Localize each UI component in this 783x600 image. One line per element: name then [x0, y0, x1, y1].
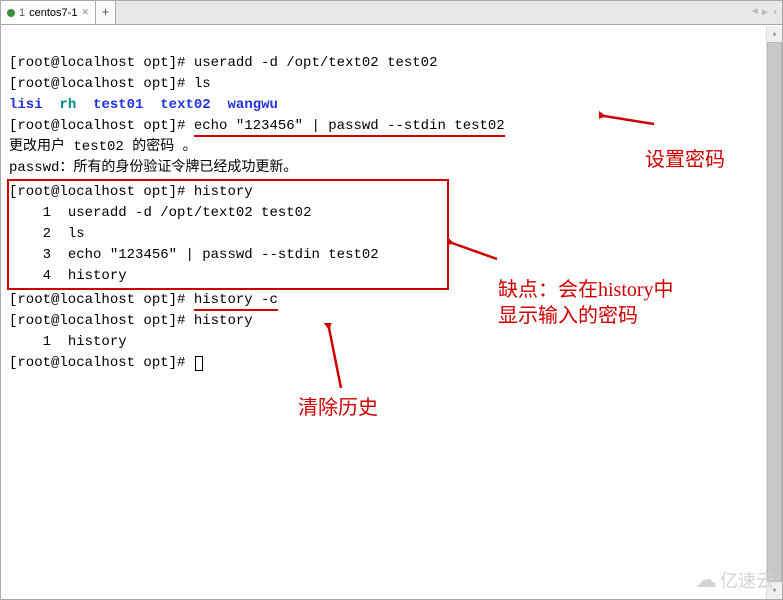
cmd-history2: history	[194, 313, 253, 329]
watermark-text: 亿速云	[720, 567, 774, 593]
ls-wangwu: wangwu	[228, 97, 278, 113]
hist-cmd: echo "123456" | passwd --stdin test02	[68, 247, 379, 263]
ls-text02: text02	[160, 97, 210, 113]
hist-num: 1	[43, 334, 51, 350]
ls-rh: rh	[59, 97, 76, 113]
tab-nav-menu-icon[interactable]: ▾	[772, 7, 778, 19]
hist-cmd: useradd -d /opt/text02 test02	[68, 205, 312, 221]
hist-num: 1	[43, 205, 51, 221]
prompt: [root@localhost opt]#	[9, 292, 194, 308]
cmd-history-c: history -c	[194, 292, 278, 311]
scroll-thumb[interactable]	[767, 42, 782, 582]
cmd-echo-passwd: echo "123456" | passwd --stdin test02	[194, 118, 505, 137]
tab-active[interactable]: 1 centos7-1 ✕	[1, 1, 96, 24]
vertical-scrollbar[interactable]: ▴ ▾	[766, 26, 782, 599]
hist-cmd: history	[68, 268, 127, 284]
output-passwd-success: passwd：所有的身份验证令牌已经成功更新。	[9, 160, 297, 176]
prompt: [root@localhost opt]#	[9, 355, 194, 371]
connection-status-icon	[7, 9, 15, 17]
prompt: [root@localhost opt]#	[9, 118, 194, 134]
cmd-history: history	[194, 184, 253, 200]
watermark: ☁ 亿速云	[695, 567, 774, 593]
terminal-viewport[interactable]: [root@localhost opt]# useradd -d /opt/te…	[1, 26, 766, 599]
cursor-icon	[195, 356, 203, 371]
scroll-up-button[interactable]: ▴	[767, 26, 782, 42]
cmd-useradd: useradd -d /opt/text02 test02	[194, 55, 438, 71]
tab-nav-right-icon[interactable]: ▶	[762, 7, 768, 19]
prompt: [root@localhost opt]#	[9, 313, 194, 329]
hist-cmd: ls	[68, 226, 85, 242]
tab-nav: ◄ ▶ ▾	[748, 1, 782, 24]
tab-bar: 1 centos7-1 ✕ + ◄ ▶ ▾	[1, 1, 782, 25]
tab-nav-left-icon[interactable]: ◄	[752, 7, 758, 18]
ls-test01: test01	[93, 97, 143, 113]
prompt: [root@localhost opt]#	[9, 55, 194, 71]
history-output-box: [root@localhost opt]# history 1 useradd …	[7, 179, 449, 290]
cmd-ls: ls	[194, 76, 211, 92]
tab-add-button[interactable]: +	[96, 1, 116, 24]
hist-cmd: history	[68, 334, 127, 350]
output-change-pw: 更改用户 test02 的密码 。	[9, 139, 197, 155]
tab-close-icon[interactable]: ✕	[81, 7, 89, 18]
cloud-icon: ☁	[695, 569, 717, 591]
ls-lisi: lisi	[9, 97, 43, 113]
hist-num: 2	[43, 226, 51, 242]
tab-title: centos7-1	[29, 7, 77, 19]
prompt: [root@localhost opt]#	[9, 76, 194, 92]
tab-number: 1	[19, 7, 25, 19]
hist-num: 4	[43, 268, 51, 284]
hist-num: 3	[43, 247, 51, 263]
prompt: [root@localhost opt]#	[9, 184, 194, 200]
